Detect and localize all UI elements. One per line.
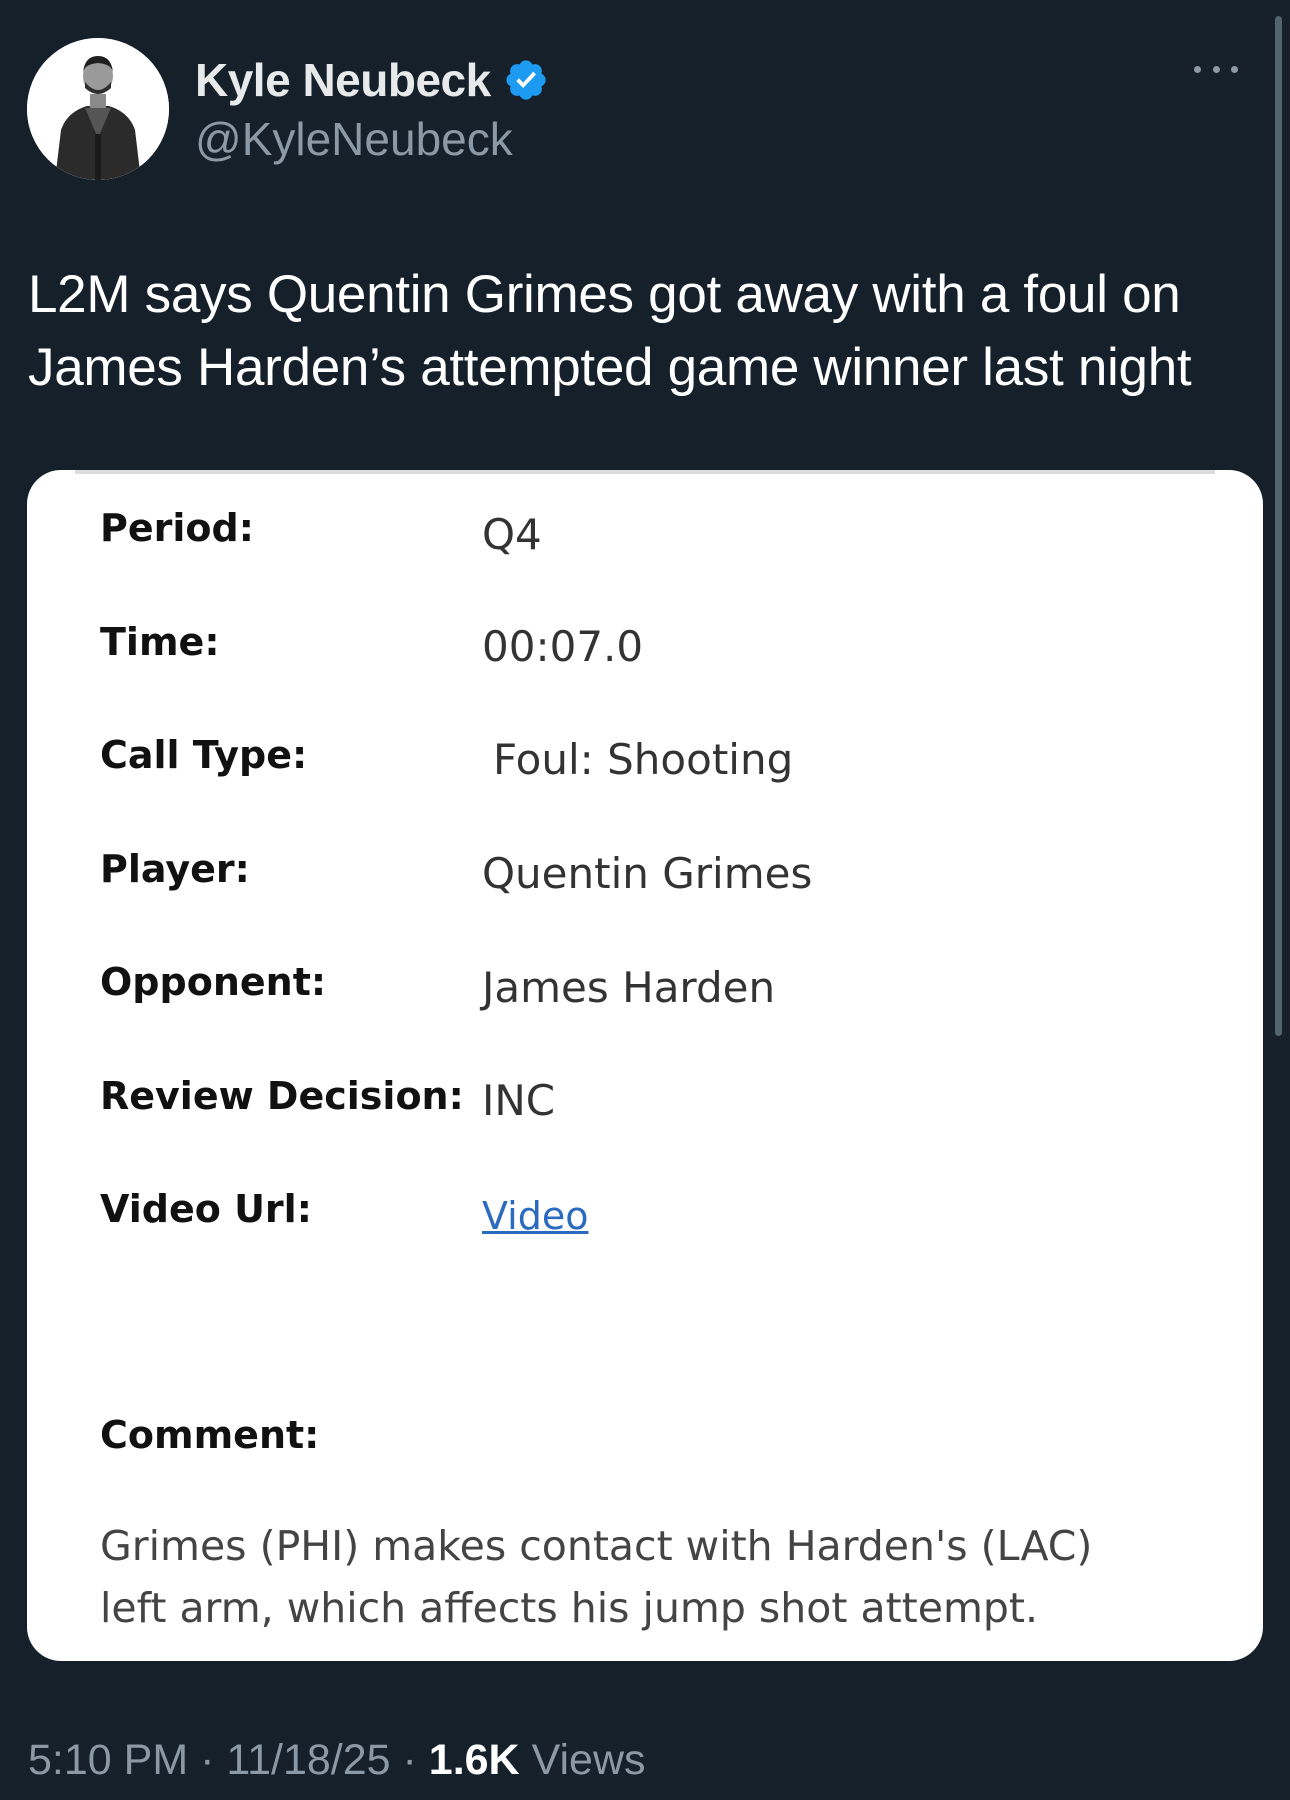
review-decision-value: INC <box>482 1076 556 1125</box>
card-top-divider <box>75 470 1215 474</box>
review-decision-label: Review Decision: <box>100 1074 464 1118</box>
more-options-icon[interactable] <box>1194 58 1238 80</box>
time-value: 00:07.0 <box>482 622 644 671</box>
tweet-text: L2M says Quentin Grimes got away with a … <box>28 258 1248 404</box>
video-link[interactable]: Video <box>482 1194 588 1238</box>
attached-image-card[interactable]: Period: Q4 Time: 00:07.0 Call Type: Foul… <box>27 470 1263 1661</box>
author-name[interactable]: Kyle Neubeck <box>195 53 491 107</box>
period-value: Q4 <box>482 510 542 559</box>
time-label: Time: <box>100 620 220 664</box>
player-value: Quentin Grimes <box>482 849 813 898</box>
avatar-photo <box>27 38 169 180</box>
opponent-label: Opponent: <box>100 960 327 1004</box>
player-label: Player: <box>100 847 250 891</box>
author-handle[interactable]: @KyleNeubeck <box>195 112 513 166</box>
avatar[interactable] <box>27 38 169 180</box>
call-type-label: Call Type: <box>100 733 308 777</box>
call-type-value: Foul: Shooting <box>493 735 794 784</box>
tweet-text-line: James Harden’s attempted game winner las… <box>28 338 1192 397</box>
period-label: Period: <box>100 506 254 550</box>
views-label: Views <box>519 1736 646 1784</box>
comment-text: Grimes (PHI) makes contact with Harden's… <box>100 1515 1220 1639</box>
verified-badge-icon <box>503 57 549 103</box>
scrollbar[interactable] <box>1275 16 1282 1036</box>
comment-line: left arm, which affects his jump shot at… <box>100 1584 1039 1632</box>
comment-line: Grimes (PHI) makes contact with Harden's… <box>100 1522 1093 1570</box>
post-time[interactable]: 5:10 PM <box>28 1736 188 1784</box>
meta-separator: · <box>188 1736 227 1784</box>
meta-separator: · <box>390 1736 429 1784</box>
opponent-value: James Harden <box>482 963 776 1012</box>
views-count: 1.6K <box>428 1736 520 1784</box>
tweet-text-line: L2M says Quentin Grimes got away with a … <box>28 265 1181 324</box>
comment-label: Comment: <box>100 1413 320 1457</box>
tweet-meta: 5:10 PM · 11/18/25 · 1.6K Views <box>28 1736 646 1785</box>
video-url-label: Video Url: <box>100 1187 312 1231</box>
author-name-row: Kyle Neubeck <box>195 50 549 110</box>
post-date[interactable]: 11/18/25 <box>226 1736 390 1784</box>
